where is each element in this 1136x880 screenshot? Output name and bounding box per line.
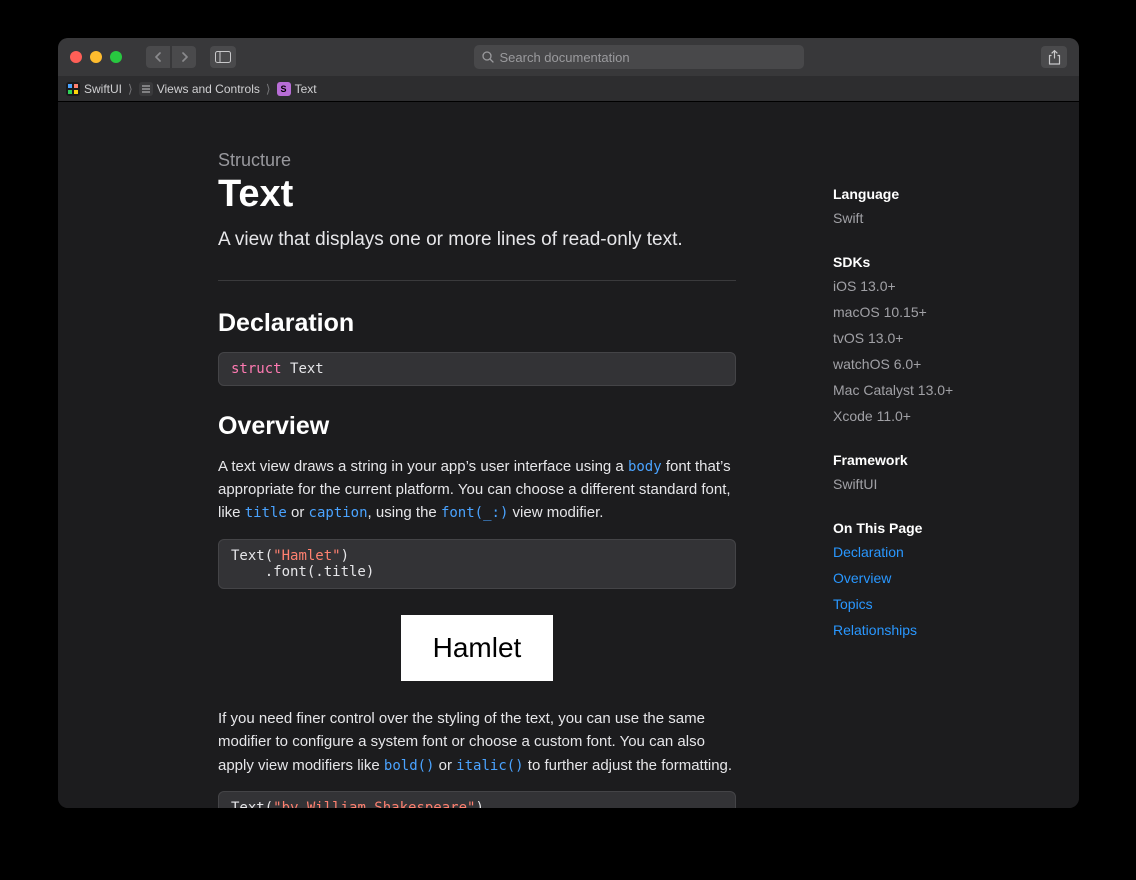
maximize-button[interactable] [110,51,122,63]
code-example-1: Text("Hamlet") .font(.title) [218,539,736,589]
breadcrumb-label: SwiftUI [84,82,122,96]
search-input[interactable]: Search documentation [474,45,804,69]
overview-paragraph-2: If you need finer control over the styli… [218,707,736,777]
otp-link-relationships[interactable]: Relationships [833,622,1059,638]
back-button[interactable] [146,46,170,68]
type-name: Text [290,361,324,377]
close-button[interactable] [70,51,82,63]
breadcrumb-label: Views and Controls [157,82,260,96]
breadcrumb-label: Text [295,82,317,96]
sidebar-onthispage-heading: On This Page [833,520,1059,536]
divider [218,280,736,281]
chevron-right-icon [180,52,189,62]
declaration-code: struct Text [218,352,736,386]
chevron-right-icon: ⟩ [266,82,271,96]
minimize-button[interactable] [90,51,102,63]
sidebar-framework-value: SwiftUI [833,476,1059,492]
overview-heading: Overview [218,412,736,441]
otp-link-overview[interactable]: Overview [833,570,1059,586]
link-caption[interactable]: caption [309,505,368,521]
preview-image: Hamlet [401,615,553,681]
titlebar: Search documentation [58,38,1079,76]
eyebrow: Structure [218,150,736,171]
link-bold[interactable]: bold() [384,758,435,774]
breadcrumb-item-swiftui[interactable]: SwiftUI [66,82,122,96]
share-icon [1048,50,1061,65]
documentation-window: Search documentation SwiftUI ⟩ Views and… [58,38,1079,808]
sidebar-sdk-item: macOS 10.15+ [833,304,1059,320]
sidebar-framework-heading: Framework [833,452,1059,468]
nav-buttons [146,46,196,68]
declaration-heading: Declaration [218,309,736,338]
share-button[interactable] [1041,46,1067,68]
link-title[interactable]: title [245,505,287,521]
page-title: Text [218,173,736,216]
search-placeholder: Search documentation [500,50,630,65]
otp-link-topics[interactable]: Topics [833,596,1059,612]
sidebar-sdks-heading: SDKs [833,254,1059,270]
code-example-2: Text("by William Shakespeare") [218,791,736,808]
link-body[interactable]: body [628,459,662,475]
sidebar-sdk-item: iOS 13.0+ [833,278,1059,294]
keyword-struct: struct [231,361,282,377]
sidebar-sdk-item: watchOS 6.0+ [833,356,1059,372]
sidebar-sdk-item: tvOS 13.0+ [833,330,1059,346]
breadcrumb-item-text[interactable]: S Text [277,82,317,96]
forward-button[interactable] [172,46,196,68]
page-summary: A view that displays one or more lines o… [218,226,736,254]
sidebar-sdk-item: Mac Catalyst 13.0+ [833,382,1059,398]
traffic-lights [70,51,122,63]
sidebar-language-value: Swift [833,210,1059,226]
breadcrumb: SwiftUI ⟩ Views and Controls ⟩ S Text [58,76,1079,102]
otp-link-declaration[interactable]: Declaration [833,544,1059,560]
list-icon [139,82,153,96]
swiftui-icon [66,82,80,96]
breadcrumb-item-views-and-controls[interactable]: Views and Controls [139,82,260,96]
link-font[interactable]: font(_:) [441,505,508,521]
search-icon [482,51,494,63]
chevron-left-icon [154,52,163,62]
chevron-right-icon: ⟩ [128,82,133,96]
overview-paragraph-1: A text view draws a string in your app’s… [218,455,736,526]
struct-icon: S [277,82,291,96]
sidebar-language-heading: Language [833,186,1059,202]
sidebar-sdk-item: Xcode 11.0+ [833,408,1059,424]
info-sidebar: Language Swift SDKs iOS 13.0+ macOS 10.1… [825,102,1079,808]
sidebar-toggle-button[interactable] [210,46,236,68]
sidebar-icon [215,51,231,63]
main-content: Structure Text A view that displays one … [58,102,825,808]
preview-text: Hamlet [433,632,522,664]
content-area: Structure Text A view that displays one … [58,102,1079,808]
link-italic[interactable]: italic() [456,758,523,774]
